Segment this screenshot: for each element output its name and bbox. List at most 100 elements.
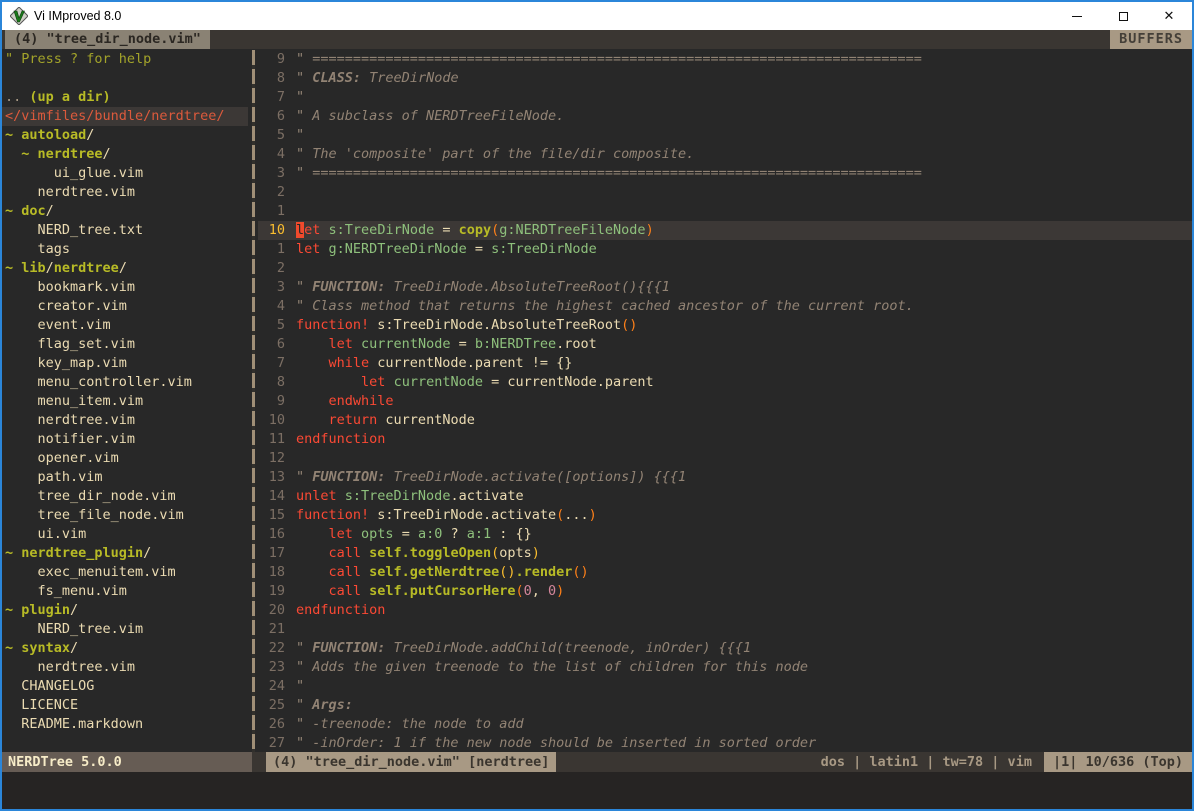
tree-item[interactable]: bookmark.vim (2, 278, 248, 297)
tree-item[interactable]: nerdtree.vim (2, 658, 248, 677)
tree-item[interactable]: ui.vim (2, 525, 248, 544)
tree-item[interactable]: menu_controller.vim (2, 373, 248, 392)
tree-item[interactable]: fs_menu.vim (2, 582, 248, 601)
line-number: 24 (258, 677, 285, 696)
tree-item[interactable]: nerdtree.vim (2, 183, 248, 202)
code-line[interactable]: 22" FUNCTION: TreeDirNode.addChild(treen… (258, 639, 1192, 658)
tree-item[interactable]: flag_set.vim (2, 335, 248, 354)
code-line[interactable]: 5" (258, 126, 1192, 145)
tree-item[interactable]: nerdtree.vim (2, 411, 248, 430)
code-line[interactable]: 21 (258, 620, 1192, 639)
tab-line: (4) "tree_dir_node.vim" BUFFERS (2, 30, 1192, 49)
tree-item[interactable]: README.markdown (2, 715, 248, 734)
code-line[interactable]: 7" (258, 88, 1192, 107)
tree-item[interactable]: ~ lib/nerdtree/ (2, 259, 248, 278)
main-area: " Press ? for help .. (up a dir)</vimfile… (2, 49, 1192, 752)
code-line[interactable]: 23" Adds the given treenode to the list … (258, 658, 1192, 677)
code-line[interactable]: 4" Class method that returns the highest… (258, 297, 1192, 316)
code-line[interactable]: 12 (258, 449, 1192, 468)
statusline-position: |1| 10/636 (Top) (1044, 752, 1192, 772)
tree-item[interactable]: ~ syntax/ (2, 639, 248, 658)
code-line[interactable]: 11endfunction (258, 430, 1192, 449)
code-line[interactable]: 17 call self.toggleOpen(opts) (258, 544, 1192, 563)
line-number: 21 (258, 620, 285, 639)
tree-root-path[interactable]: </vimfiles/bundle/nerdtree/ (2, 107, 248, 126)
status-line: NERDTree 5.0.0 (4) "tree_dir_node.vim" [… (2, 752, 1192, 772)
code-line[interactable]: 9 endwhile (258, 392, 1192, 411)
tree-item[interactable]: tags (2, 240, 248, 259)
window-title: Vi IMproved 8.0 (34, 9, 1054, 23)
code-line[interactable]: 27" -inOrder: 1 if the new node should b… (258, 734, 1192, 752)
tree-item[interactable]: ~ plugin/ (2, 601, 248, 620)
window-separator[interactable] (248, 49, 258, 752)
line-number: 9 (258, 392, 285, 411)
code-line[interactable]: 14unlet s:TreeDirNode.activate (258, 487, 1192, 506)
code-line[interactable]: 24" (258, 677, 1192, 696)
line-text (296, 183, 1192, 202)
command-line-area[interactable] (2, 772, 1192, 809)
tree-item[interactable] (2, 69, 248, 88)
line-text: call self.putCursorHere(0, 0) (296, 582, 1192, 601)
maximize-button[interactable] (1100, 2, 1146, 30)
code-line[interactable]: 20endfunction (258, 601, 1192, 620)
code-line[interactable]: 8" CLASS: TreeDirNode (258, 69, 1192, 88)
tree-item[interactable]: ~ doc/ (2, 202, 248, 221)
tree-item[interactable]: " Press ? for help (2, 50, 248, 69)
code-line[interactable]: 16 let opts = a:0 ? a:1 : {} (258, 525, 1192, 544)
tree-item[interactable]: ~ nerdtree_plugin/ (2, 544, 248, 563)
code-line[interactable]: 19 call self.putCursorHere(0, 0) (258, 582, 1192, 601)
line-number: 7 (258, 354, 285, 373)
code-line[interactable]: 13" FUNCTION: TreeDirNode.activate([opti… (258, 468, 1192, 487)
code-line[interactable]: 3" =====================================… (258, 164, 1192, 183)
tree-item[interactable]: NERD_tree.txt (2, 221, 248, 240)
minimize-button[interactable] (1054, 2, 1100, 30)
tree-item[interactable]: LICENCE (2, 696, 248, 715)
code-line[interactable]: 26" -treenode: the node to add (258, 715, 1192, 734)
code-line[interactable]: 3" FUNCTION: TreeDirNode.AbsoluteTreeRoo… (258, 278, 1192, 297)
tree-item[interactable]: menu_item.vim (2, 392, 248, 411)
line-text: " A subclass of NERDTreeFileNode. (296, 107, 1192, 126)
tree-item[interactable]: opener.vim (2, 449, 248, 468)
code-line[interactable]: 1 (258, 202, 1192, 221)
code-line[interactable]: 2 (258, 259, 1192, 278)
tree-item[interactable]: .. (up a dir) (2, 88, 248, 107)
tree-item[interactable]: exec_menuitem.vim (2, 563, 248, 582)
tree-item[interactable]: ~ nerdtree/ (2, 145, 248, 164)
tree-item[interactable]: tree_dir_node.vim (2, 487, 248, 506)
line-number: 27 (258, 734, 285, 752)
tree-item[interactable]: key_map.vim (2, 354, 248, 373)
code-line[interactable]: 25" Args: (258, 696, 1192, 715)
tree-item[interactable]: path.vim (2, 468, 248, 487)
code-line[interactable]: 9" =====================================… (258, 50, 1192, 69)
tree-item[interactable]: notifier.vim (2, 430, 248, 449)
line-number: 18 (258, 563, 285, 582)
tabline-fill (210, 30, 1110, 49)
code-line[interactable]: 2 (258, 183, 1192, 202)
tree-item[interactable]: event.vim (2, 316, 248, 335)
tree-item[interactable]: ~ autoload/ (2, 126, 248, 145)
code-line[interactable]: 10 return currentNode (258, 411, 1192, 430)
code-line[interactable]: 6" A subclass of NERDTreeFileNode. (258, 107, 1192, 126)
separator-dashes (252, 50, 255, 752)
tree-item[interactable]: creator.vim (2, 297, 248, 316)
tree-item[interactable]: tree_file_node.vim (2, 506, 248, 525)
code-line[interactable]: 5function! s:TreeDirNode.AbsoluteTreeRoo… (258, 316, 1192, 335)
line-text: endfunction (296, 430, 1192, 449)
code-line[interactable]: 1let g:NERDTreeDirNode = s:TreeDirNode (258, 240, 1192, 259)
line-number: 19 (258, 582, 285, 601)
close-button[interactable]: ✕ (1146, 2, 1192, 30)
code-line[interactable]: 6 let currentNode = b:NERDTree.root (258, 335, 1192, 354)
tab-current-buffer[interactable]: (4) "tree_dir_node.vim" (5, 30, 210, 49)
line-text: while currentNode.parent != {} (296, 354, 1192, 373)
tree-item[interactable]: CHANGELOG (2, 677, 248, 696)
code-line[interactable]: 7 while currentNode.parent != {} (258, 354, 1192, 373)
code-line-current[interactable]: 10let s:TreeDirNode = copy(g:NERDTreeFil… (258, 221, 1192, 240)
code-line[interactable]: 8 let currentNode = currentNode.parent (258, 373, 1192, 392)
code-line[interactable]: 15function! s:TreeDirNode.activate(...) (258, 506, 1192, 525)
tree-item[interactable]: ui_glue.vim (2, 164, 248, 183)
line-text: " ======================================… (296, 50, 1192, 69)
tree-item[interactable]: NERD_tree.vim (2, 620, 248, 639)
buffers-label[interactable]: BUFFERS (1110, 30, 1192, 49)
code-line[interactable]: 18 call self.getNerdtree().render() (258, 563, 1192, 582)
code-line[interactable]: 4" The 'composite' part of the file/dir … (258, 145, 1192, 164)
